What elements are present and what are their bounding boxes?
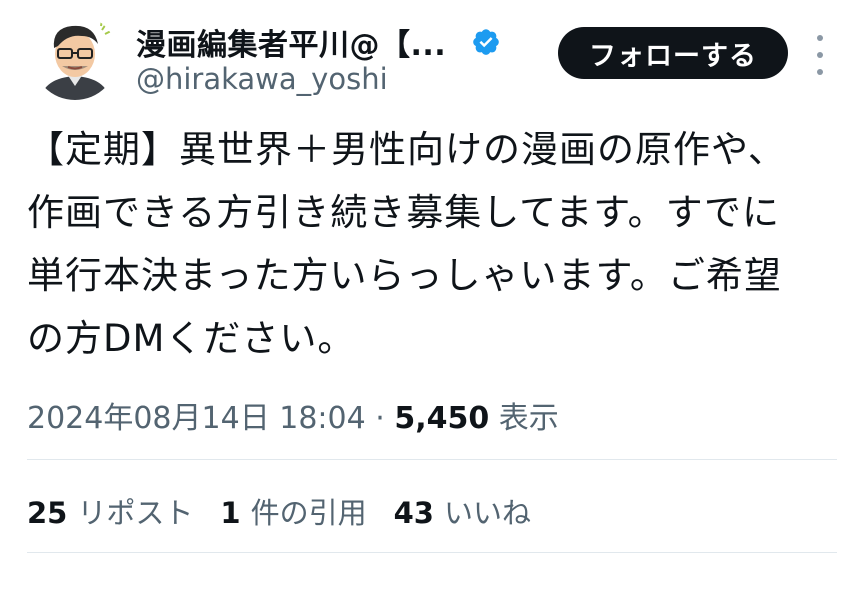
- quotes-count: 1: [220, 496, 241, 530]
- tweet-text-line: 作画できる方引き続き募集してます。すでに: [27, 191, 780, 234]
- quotes-stat[interactable]: 1 件の引用: [220, 490, 366, 532]
- tweet-text-line: の方DMください。: [27, 317, 356, 360]
- tweet-text-line: 【定期】異世界＋男性向けの漫画の原作や、: [27, 128, 786, 171]
- divider: [27, 552, 837, 553]
- divider: [27, 459, 837, 460]
- more-vertical-icon[interactable]: [810, 35, 830, 75]
- meta-separator: ·: [375, 401, 385, 436]
- tweet-card: 漫画編集者平川@【... @hirakawa_yoshi フォローする 【定期】…: [0, 0, 863, 590]
- avatar-illustration: [32, 14, 118, 100]
- reposts-count: 25: [27, 496, 68, 530]
- likes-label: いいね: [443, 496, 531, 530]
- likes-stat[interactable]: 43 いいね: [394, 490, 531, 532]
- tweet-meta: 2024年08月14日 18:04 · 5,450 表示: [27, 393, 559, 437]
- more-dot: [817, 35, 823, 41]
- quotes-label: 件の引用: [250, 496, 367, 530]
- likes-count: 43: [393, 496, 434, 530]
- more-dot: [817, 52, 823, 58]
- author-display-name[interactable]: 漫画編集者平川@【...: [136, 20, 446, 64]
- avatar[interactable]: [32, 14, 118, 100]
- tweet-text: 【定期】異世界＋男性向けの漫画の原作や、 作画できる方引き続き募集してます。すで…: [27, 118, 837, 370]
- views-label: 表示: [498, 401, 559, 436]
- reposts-stat[interactable]: 25 リポスト: [27, 490, 193, 532]
- verified-badge-icon: [473, 29, 499, 55]
- views-count: 5,450: [394, 401, 490, 436]
- author-handle[interactable]: @hirakawa_yoshi: [136, 62, 388, 96]
- tweet-text-line: 単行本決まった方いらっしゃいます。ご希望: [27, 254, 782, 297]
- timestamp[interactable]: 2024年08月14日 18:04: [27, 401, 366, 436]
- reposts-label: リポスト: [77, 496, 194, 530]
- follow-button[interactable]: フォローする: [558, 27, 788, 79]
- engagement-stats: 25 リポスト 1 件の引用 43 いいね: [27, 490, 531, 532]
- more-dot: [817, 69, 823, 75]
